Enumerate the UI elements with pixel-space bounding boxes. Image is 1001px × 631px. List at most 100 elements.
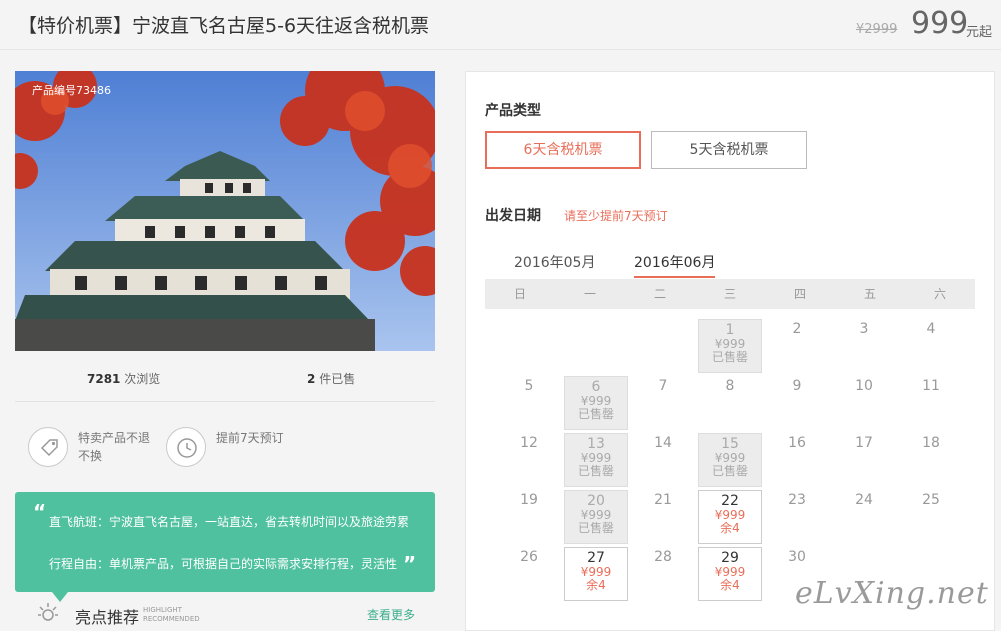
views-count: 7281	[87, 372, 121, 386]
day-number: 3	[859, 321, 869, 337]
open-quote-icon: “	[33, 500, 47, 524]
calendar-day: 19	[497, 490, 561, 544]
page-title: 【特价机票】宁波直飞名古屋5-6天往返含税机票	[18, 15, 430, 37]
calendar-day: 25	[899, 490, 963, 544]
day-number: 29	[721, 550, 739, 566]
weekday-sun: 日	[513, 287, 526, 301]
weekday-header: 日 一 二 三 四 五 六	[485, 279, 975, 309]
view-more-link[interactable]: 查看更多	[367, 606, 415, 623]
calendar-day: 10	[832, 376, 896, 430]
day-number: 8	[725, 378, 735, 394]
day-status: 余4	[720, 578, 740, 592]
day-number: 6	[591, 379, 601, 395]
calendar-day: 12	[497, 433, 561, 487]
calendar: 日 一 二 三 四 五 六 1 ¥999 已售罄 2 3 4 5 6 ¥999 已售罄 7 8 9 10 1…	[485, 279, 975, 601]
day-number: 1	[725, 322, 735, 338]
sun-icon	[38, 603, 58, 621]
product-type-label: 产品类型	[485, 103, 541, 119]
day-number: 18	[922, 435, 940, 451]
weekday-sat: 六	[933, 287, 946, 301]
calendar-day: 20 ¥999 已售罄	[564, 490, 628, 544]
highlight-line-1: 直飞航班：宁波直飞名古屋，一站直达，省去转机时间以及旅途劳累	[49, 515, 410, 529]
day-status: 已售罄	[577, 521, 614, 535]
day-number: 10	[855, 378, 873, 394]
nagoya-castle-image	[15, 71, 435, 351]
calendar-day: 6 ¥999 已售罄	[564, 376, 628, 430]
day-number: 19	[520, 492, 538, 508]
day-number: 7	[658, 378, 668, 394]
month-tab-may[interactable]: 2016年05月	[514, 252, 595, 272]
weekday-mon: 一	[583, 287, 596, 301]
page-header: 【特价机票】宁波直飞名古屋5-6天往返含税机票 ¥2999 999 元起	[0, 0, 1001, 50]
recommend-subtitle-1: HIGHLIGHT	[143, 606, 182, 614]
day-number: 9	[792, 378, 802, 394]
day-status: 已售罄	[577, 407, 614, 421]
calendar-day: 17	[832, 433, 896, 487]
date-hint: 请至少提前7天预订	[564, 209, 668, 223]
day-status: 余4	[586, 578, 606, 592]
sold-stat: 2 件已售	[307, 370, 355, 387]
type-option-5-day[interactable]: 5天含税机票	[651, 131, 807, 169]
recommend-title: 亮点推荐	[75, 608, 140, 627]
calendar-day[interactable]: 29 ¥999 余4	[698, 547, 762, 601]
day-status: 余4	[720, 521, 740, 535]
calendar-day: 2	[765, 319, 829, 373]
calendar-day: 4	[899, 319, 963, 373]
weekday-wed: 三	[723, 287, 736, 301]
calendar-day: 3	[832, 319, 896, 373]
day-number: 4	[926, 321, 936, 337]
stats-bar: 7281 次浏览 2 件已售	[15, 366, 435, 402]
weekday-fri: 五	[863, 287, 876, 301]
recommend-subtitle-2: RECOMMENDED	[143, 615, 200, 623]
sold-count: 2	[307, 372, 316, 386]
calendar-day: 9	[765, 376, 829, 430]
booking-panel: 产品类型 6天含税机票 5天含税机票 出发日期 请至少提前7天预订 2016年0…	[465, 71, 995, 631]
day-number: 15	[721, 436, 739, 452]
product-number: 产品编号73486	[32, 84, 111, 97]
day-number: 21	[654, 492, 672, 508]
day-number: 14	[654, 435, 672, 451]
day-number: 16	[788, 435, 806, 451]
departure-date-label: 出发日期	[485, 208, 541, 224]
price: 999	[911, 6, 969, 41]
watermark: eLvXing.net	[795, 576, 989, 611]
feature-label: 提前7天预订	[216, 431, 284, 445]
calendar-day: 16	[765, 433, 829, 487]
day-number: 30	[788, 549, 806, 565]
month-tab-june[interactable]: 2016年06月	[634, 252, 716, 278]
day-status: 已售罄	[577, 464, 614, 478]
day-number: 28	[654, 549, 672, 565]
day-number: 17	[855, 435, 873, 451]
calendar-day: 14	[631, 433, 695, 487]
calendar-day[interactable]: 27 ¥999 余4	[564, 547, 628, 601]
calendar-day: 28	[631, 547, 695, 601]
calendar-day: 15 ¥999 已售罄	[698, 433, 762, 487]
original-price: ¥2999	[856, 22, 898, 37]
product-photo: 产品编号73486	[15, 71, 435, 351]
calendar-day: 23	[765, 490, 829, 544]
calendar-day: 18	[899, 433, 963, 487]
sold-label: 件已售	[319, 372, 356, 386]
recommend-section: 亮点推荐 HIGHLIGHT RECOMMENDED 查看更多	[15, 600, 435, 627]
type-option-6-day[interactable]: 6天含税机票	[485, 131, 641, 169]
calendar-day: 26	[497, 547, 561, 601]
recommend-subtitle: HIGHLIGHT RECOMMENDED	[143, 606, 200, 624]
tag-icon	[28, 427, 68, 467]
calendar-day: 24	[832, 490, 896, 544]
weekday-tue: 二	[653, 287, 666, 301]
weekday-thu: 四	[793, 287, 806, 301]
close-quote-icon: ”	[403, 552, 417, 576]
day-number: 23	[788, 492, 806, 508]
price-unit: 元起	[966, 25, 993, 40]
highlight-line-2: 行程自由：单机票产品，可根据自己的实际需求安排行程，灵活性	[49, 557, 398, 571]
day-number: 13	[587, 436, 605, 452]
calendar-day: 11	[899, 376, 963, 430]
day-number: 24	[855, 492, 873, 508]
day-status: 已售罄	[711, 464, 748, 478]
day-number: 20	[587, 493, 605, 509]
calendar-day[interactable]: 22 ¥999 余4	[698, 490, 762, 544]
day-number: 5	[524, 378, 534, 394]
calendar-day: 21	[631, 490, 695, 544]
feature-label: 特卖产品不退不换	[78, 431, 151, 463]
clock-icon	[166, 427, 206, 467]
